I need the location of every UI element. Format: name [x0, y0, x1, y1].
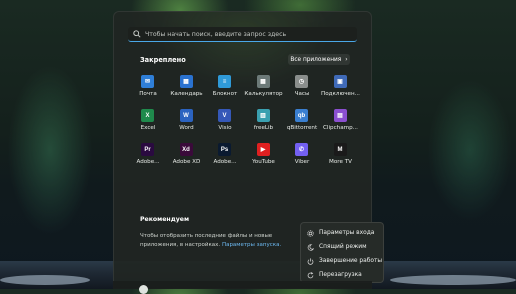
- gear-icon: [307, 229, 314, 237]
- qbittorrent-icon: qb: [295, 109, 308, 122]
- snow-drift: [390, 275, 516, 285]
- pinned-app[interactable]: ✉ Почта: [128, 71, 168, 103]
- pinned-app[interactable]: ▤ Clipchamp...: [321, 105, 361, 137]
- power-menu-item[interactable]: Параметры входа: [301, 226, 383, 240]
- power-menu-label: Завершение работы: [319, 258, 383, 264]
- premiere-icon: Pr: [141, 143, 154, 156]
- power-menu-item[interactable]: Завершение работы: [301, 254, 383, 268]
- power-menu-label: Параметры входа: [319, 230, 375, 236]
- search-icon: [133, 30, 141, 38]
- pinned-app[interactable]: ◷ Часы: [282, 71, 322, 103]
- pinned-app[interactable]: ▥ freeLib: [244, 105, 284, 137]
- freelib-icon: ▥: [256, 109, 270, 122]
- word-icon: W: [179, 109, 193, 122]
- search-box[interactable]: [128, 27, 357, 42]
- power-menu-item[interactable]: Перезагрузка: [301, 268, 383, 282]
- restart-icon: [307, 271, 314, 278]
- calendar-icon: ▦: [179, 75, 193, 88]
- pinned-app[interactable]: ≡ Блокнот: [205, 71, 245, 103]
- pinned-app[interactable]: Xd Adobe XD: [167, 139, 207, 171]
- pinned-app[interactable]: ✆ Viber: [282, 139, 322, 171]
- calculator-icon: ▦: [256, 75, 270, 88]
- pinned-heading: Закреплено: [140, 56, 186, 64]
- search-input[interactable]: [141, 30, 355, 38]
- recommended-message-cont: настройках.: [184, 242, 221, 248]
- visio-icon: V: [218, 109, 231, 122]
- moon-icon: [307, 243, 314, 251]
- connect-icon: ▣: [333, 75, 347, 88]
- power-menu-item[interactable]: Спящий режим: [301, 240, 383, 254]
- all-apps-button[interactable]: Все приложения ›: [288, 54, 350, 65]
- pinned-app[interactable]: X Excel: [128, 105, 168, 137]
- pinned-app[interactable]: ▦ Калькулятор: [244, 71, 284, 103]
- power-icon: [307, 257, 314, 265]
- pinned-app-label: Clipchamp...: [323, 125, 358, 131]
- pinned-app[interactable]: Pr Adobe...: [128, 139, 168, 171]
- start-footer: [113, 281, 372, 289]
- pinned-app-label: More TV: [329, 159, 352, 165]
- pinned-app-label: Подключен...: [321, 91, 360, 97]
- notepad-icon: ≡: [218, 75, 231, 88]
- pinned-app[interactable]: V Visio: [205, 105, 245, 137]
- recommended-text: Чтобы отобразить последние файлы и новые…: [140, 232, 305, 250]
- chevron-right-icon: ›: [345, 56, 348, 63]
- pinned-app[interactable]: W Word: [167, 105, 207, 137]
- excel-icon: X: [141, 109, 154, 122]
- moretv-icon: M: [333, 143, 347, 156]
- clock-icon: ◷: [295, 75, 308, 88]
- power-menu-label: Спящий режим: [319, 244, 367, 250]
- pinned-app[interactable]: ▦ Календарь: [167, 71, 207, 103]
- viber-icon: ✆: [295, 143, 308, 156]
- pinned-app[interactable]: ▶ YouTube: [244, 139, 284, 171]
- recommended-heading: Рекомендуем: [140, 216, 189, 223]
- pinned-app[interactable]: ▣ Подключен...: [321, 71, 361, 103]
- photoshop-icon: Ps: [218, 143, 231, 156]
- adobe-xd-icon: Xd: [179, 143, 193, 156]
- power-menu-label: Перезагрузка: [319, 272, 362, 278]
- youtube-icon: ▶: [256, 143, 270, 156]
- clipchamp-icon: ▤: [333, 109, 347, 122]
- pinned-app[interactable]: qb qBittorrent: [282, 105, 322, 137]
- mail-icon: ✉: [141, 75, 154, 88]
- all-apps-label: Все приложения: [290, 56, 342, 63]
- avatar[interactable]: [139, 285, 148, 294]
- pinned-app[interactable]: Ps Adobe...: [205, 139, 245, 171]
- start-settings-link[interactable]: Параметры запуска.: [222, 242, 281, 248]
- snow-drift: [0, 275, 90, 285]
- power-menu: Параметры входа Спящий режим Завершение ра…: [300, 222, 384, 283]
- pinned-app[interactable]: M More TV: [321, 139, 361, 171]
